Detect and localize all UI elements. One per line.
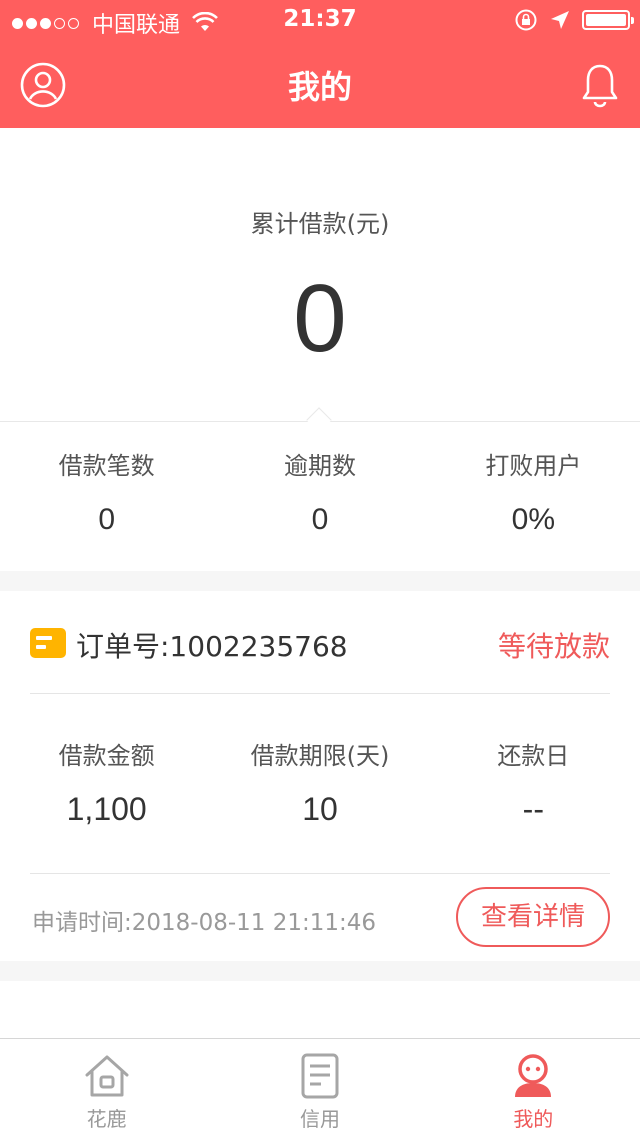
status-bar: 中国联通 21:37 [0, 0, 640, 40]
stat-value: 0% [511, 503, 555, 536]
order-status: 等待放款 [497, 630, 610, 663]
tab-home[interactable]: 花鹿 [0, 1039, 213, 1136]
order-stat-label: 还款日 [497, 742, 570, 770]
bell-icon[interactable] [580, 62, 620, 108]
status-right [502, 8, 634, 32]
rotation-lock-icon [515, 9, 537, 31]
tab-credit[interactable]: 信用 [213, 1039, 426, 1136]
order-stat-repay-date: 还款日 -- [427, 736, 640, 828]
next-card-placeholder [0, 981, 640, 1041]
header: 中国联通 21:37 我的 [0, 0, 640, 128]
order-card: 订单号:1002235768 等待放款 借款金额 1,100 借款期限(天) 1… [0, 591, 640, 961]
total-loan-value: 0 [293, 265, 347, 372]
order-stat-value: 1,100 [66, 791, 147, 827]
apply-time: 申请时间:2018-08-11 21:11:46 [32, 910, 377, 936]
order-stat-label: 借款金额 [58, 742, 155, 770]
stat-overdue-count: 逾期数 0 [213, 446, 426, 537]
view-details-button[interactable]: 查看详情 [456, 887, 610, 947]
page-title: 我的 [287, 68, 352, 106]
tab-mine[interactable]: 我的 [427, 1039, 640, 1136]
user-icon [515, 1054, 552, 1097]
order-stats: 借款金额 1,100 借款期限(天) 10 还款日 -- [0, 736, 640, 828]
home-icon [85, 1055, 129, 1097]
order-number: 订单号:1002235768 [76, 630, 348, 663]
stat-label: 借款笔数 [58, 452, 155, 480]
order-stat-label: 借款期限(天) [250, 742, 390, 770]
stat-label: 打败用户 [485, 452, 582, 480]
order-list-icon [30, 628, 66, 658]
summary-caret [306, 407, 332, 433]
document-icon [301, 1053, 339, 1099]
order-stat-value: -- [522, 791, 544, 827]
stat-beat-users: 打败用户 0% [427, 446, 640, 537]
stat-loan-count: 借款笔数 0 [0, 446, 213, 537]
tab-label: 花鹿 [86, 1107, 127, 1131]
stat-value: 0 [98, 503, 115, 536]
order-divider [30, 693, 610, 694]
loan-summary-card: 累计借款(元) 0 借款笔数 0 逾期数 0 打败用户 0% [0, 128, 640, 571]
total-loan-label: 累计借款(元) [250, 210, 390, 238]
tab-label: 我的 [513, 1107, 554, 1131]
tab-label: 信用 [299, 1107, 340, 1131]
battery-icon [582, 10, 634, 30]
order-stat-value: 10 [302, 791, 338, 827]
stat-label: 逾期数 [283, 452, 356, 480]
location-arrow-icon [551, 11, 569, 29]
order-stat-term: 借款期限(天) 10 [213, 736, 426, 828]
order-divider [30, 873, 610, 874]
order-header: 订单号:1002235768 等待放款 [30, 621, 610, 665]
summary-stats: 借款笔数 0 逾期数 0 打败用户 0% [0, 446, 640, 537]
stat-value: 0 [311, 503, 329, 536]
tab-bar: 花鹿 信用 我的 [0, 1038, 640, 1136]
order-stat-amount: 借款金额 1,100 [0, 736, 213, 828]
